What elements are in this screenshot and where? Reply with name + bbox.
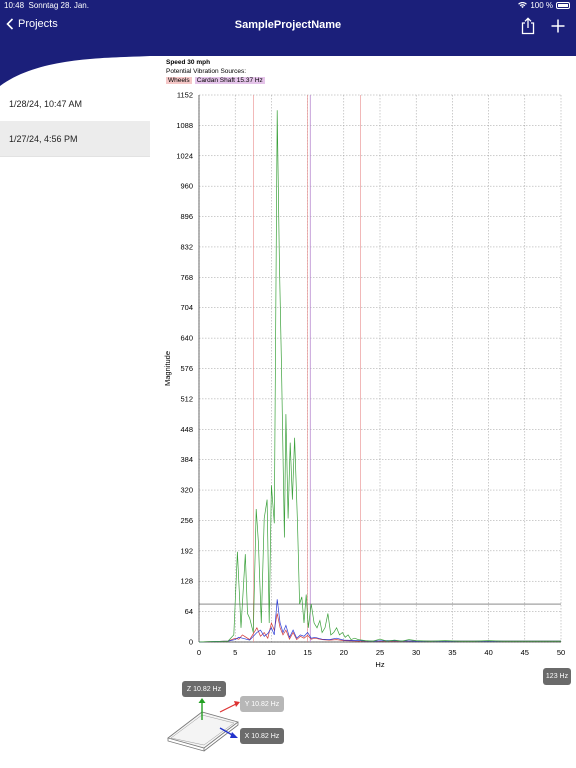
- add-icon[interactable]: [550, 17, 566, 35]
- status-time-date: 10:48 Sonntag 28. Jan.: [4, 1, 89, 10]
- frequency-toggle-button[interactable]: 123 Hz: [543, 668, 571, 685]
- page-title-wrap: SampleProjectName: [0, 19, 576, 31]
- status-right: 100 %: [518, 1, 570, 10]
- sidebar: 1/28/24, 10:47 AM 1/27/24, 4:56 PM: [0, 56, 150, 768]
- sidebar-item-label: 1/27/24, 4:56 PM: [9, 133, 78, 144]
- status-time: 10:48: [4, 1, 25, 10]
- navigation-bar: Projects SampleProjectName: [0, 12, 576, 56]
- chart-panel: Speed 30 mph Potential Vibration Sources…: [150, 56, 576, 768]
- device-orientation-icon: [167, 698, 240, 752]
- share-icon[interactable]: [520, 17, 536, 35]
- speed-label: Speed 30 mph: [166, 59, 211, 66]
- status-bar: 10:48 Sonntag 28. Jan. 100 %: [0, 0, 576, 12]
- back-button-label: Projects: [18, 18, 58, 30]
- wifi-icon: [518, 2, 528, 9]
- page-title: SampleProjectName: [234, 19, 342, 31]
- battery-icon: [556, 2, 570, 9]
- status-date: Sonntag 28. Jan.: [28, 1, 89, 10]
- sidebar-item-recording-2[interactable]: 1/27/24, 4:56 PM: [0, 121, 150, 157]
- sidebar-item-recording-1[interactable]: 1/28/24, 10:47 AM: [0, 86, 150, 122]
- back-button[interactable]: Projects: [6, 18, 58, 30]
- battery-percent: 100 %: [530, 1, 553, 10]
- sources-tags: Wheels Cardan Shaft 15.37 Hz: [166, 76, 265, 85]
- cardan-shaft-tag[interactable]: Cardan Shaft 15.37 Hz: [194, 77, 265, 84]
- chevron-left-icon: [6, 18, 14, 30]
- chart-header: Speed 30 mph Potential Vibration Sources…: [166, 58, 265, 85]
- sidebar-header-curve: [0, 56, 150, 86]
- sidebar-item-label: 1/28/24, 10:47 AM: [9, 98, 83, 109]
- wheels-tag[interactable]: Wheels: [166, 77, 192, 84]
- frequency-toggle-label: 123 Hz: [545, 673, 569, 680]
- sources-label: Potential Vibration Sources:: [166, 68, 247, 75]
